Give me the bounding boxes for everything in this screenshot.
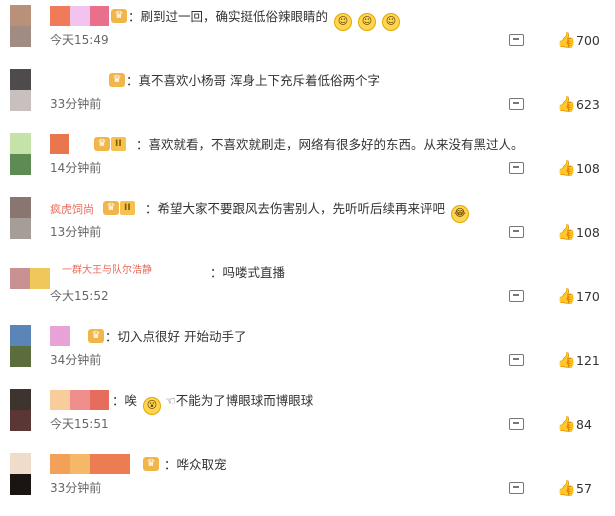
member-badge: ♛ II <box>94 134 126 154</box>
timestamp: 今天15:51 <box>50 417 109 431</box>
username-fragment[interactable]: 一群大王与队尔浩静 <box>62 262 152 280</box>
comment-icon[interactable] <box>509 162 524 174</box>
thumbs-up-icon: 👍 <box>557 479 576 497</box>
crown-icon: ♛ <box>94 137 110 151</box>
like-count: 121 <box>576 352 600 368</box>
timestamp: 33分钟前 <box>50 97 102 111</box>
username[interactable] <box>50 326 70 346</box>
username-fragment[interactable]: 疯虎饲尚 <box>50 201 94 219</box>
timestamp: 33分钟前 <box>50 481 102 495</box>
thumbs-up-icon: 👍 <box>557 287 576 305</box>
smile-emoji-icon: ☺ <box>381 13 400 31</box>
like-button[interactable]: 👍 108 <box>557 223 600 241</box>
pointing-hand-icon: ☜ <box>164 394 176 408</box>
crown-icon: ♛ <box>88 329 104 343</box>
timestamp: 今天15:49 <box>50 33 109 47</box>
like-count: 108 <box>576 160 600 176</box>
comment-text: ：真不喜欢小杨哥 浑身上下充斥着低俗两个字 <box>126 73 380 88</box>
timestamp: 13分钟前 <box>50 225 102 239</box>
vip-level-badge: II <box>111 137 126 151</box>
surprised-emoji-icon: 😮 <box>143 397 161 415</box>
like-count: 700 <box>576 32 600 48</box>
thumbs-up-icon: 👍 <box>557 31 576 49</box>
username[interactable] <box>50 6 109 26</box>
laugh-cry-emoji-icon: 😂 <box>451 205 469 223</box>
timestamp: 34分钟前 <box>50 353 102 367</box>
comment-text: ：喜欢就看，不喜欢就刷走，网络有很多好的东西。从来没有黑过人。 <box>136 137 524 152</box>
like-button[interactable]: 👍 108 <box>557 159 600 177</box>
avatar[interactable] <box>10 197 31 239</box>
comment-icon[interactable] <box>509 290 524 302</box>
member-badge: ♛ II <box>103 198 135 218</box>
avatar[interactable] <box>10 325 31 367</box>
like-button[interactable]: 👍 57 <box>557 479 592 497</box>
comment-text: ：唉 😮 ☜不能为了博眼球而博眼球 <box>112 392 313 415</box>
smile-emoji-icon: ☺ <box>334 13 352 31</box>
crown-icon: ♛ <box>111 9 127 23</box>
comment-icon[interactable] <box>509 34 524 46</box>
username[interactable] <box>50 134 69 154</box>
username[interactable] <box>50 390 109 410</box>
comment-icon[interactable] <box>509 98 524 110</box>
thumbs-up-icon: 👍 <box>557 95 576 113</box>
comment-item: ♛ ：刷到过一回，确实挺低俗辣眼睛的 ☺ ☺ ☺ 今天15:49 👍 700 <box>0 0 615 64</box>
like-count: 108 <box>576 224 600 240</box>
like-count: 623 <box>576 96 600 112</box>
comment-item: ：唉 😮 ☜不能为了博眼球而博眼球 今天15:51 👍 84 <box>0 384 615 448</box>
timestamp: 14分钟前 <box>50 161 102 175</box>
like-count: 84 <box>576 416 592 432</box>
comment-item: ♛ ：哗众取宠 33分钟前 👍 57 <box>0 448 615 512</box>
comment-item: 疯虎饲尚 ♛ II ：希望大家不要跟风去伤害别人，先听听后续再来评吧 😂 13分… <box>0 192 615 256</box>
comment-item: ♛ ：切入点很好 开始动手了 34分钟前 👍 121 <box>0 320 615 384</box>
comment-text: ：刷到过一回，确实挺低俗辣眼睛的 ☺ ☺ ☺ <box>128 8 400 31</box>
comment-item: ♛ ：真不喜欢小杨哥 浑身上下充斥着低俗两个字 33分钟前 👍 623 <box>0 64 615 128</box>
thumbs-up-icon: 👍 <box>557 415 576 433</box>
crown-icon: ♛ <box>143 457 159 471</box>
crown-icon: ♛ <box>103 201 119 215</box>
comment-icon[interactable] <box>509 418 524 430</box>
like-count: 170 <box>576 288 600 304</box>
like-button[interactable]: 👍 121 <box>557 351 600 369</box>
smile-emoji-icon: ☺ <box>357 13 376 31</box>
like-button[interactable]: 👍 84 <box>557 415 592 433</box>
comment-text: ：切入点很好 开始动手了 <box>105 329 247 344</box>
avatar[interactable] <box>10 133 31 175</box>
crown-icon: ♛ <box>109 73 125 87</box>
thumbs-up-icon: 👍 <box>557 159 576 177</box>
member-badge: ♛ <box>111 6 127 26</box>
like-button[interactable]: 👍 623 <box>557 95 600 113</box>
comment-icon[interactable] <box>509 226 524 238</box>
username[interactable] <box>50 454 130 474</box>
comment-text: ：哗众取宠 <box>164 457 227 472</box>
avatar[interactable] <box>10 389 31 431</box>
comment-icon[interactable] <box>509 354 524 366</box>
vip-level-badge: II <box>120 201 135 215</box>
avatar[interactable] <box>10 5 31 47</box>
comment-item: 一群大王与队尔浩静 ：吗喽式直播 今大15:52 👍 170 <box>0 256 615 320</box>
comment-text: ：希望大家不要跟风去伤害别人，先听听后续再来评吧 😂 <box>145 200 469 223</box>
avatar[interactable] <box>10 453 31 495</box>
member-badge: ♛ <box>143 454 159 474</box>
thumbs-up-icon: 👍 <box>557 351 576 369</box>
member-badge: ♛ <box>88 326 104 346</box>
avatar[interactable] <box>10 69 31 111</box>
member-badge: ♛ <box>109 70 125 90</box>
like-button[interactable]: 👍 700 <box>557 31 600 49</box>
comment-item: ♛ II ：喜欢就看，不喜欢就刷走，网络有很多好的东西。从来没有黑过人。 14分… <box>0 128 615 192</box>
avatar[interactable] <box>10 268 50 289</box>
comment-icon[interactable] <box>509 482 524 494</box>
comment-text: ：吗喽式直播 <box>210 265 286 280</box>
like-button[interactable]: 👍 170 <box>557 287 600 305</box>
thumbs-up-icon: 👍 <box>557 223 576 241</box>
timestamp: 今大15:52 <box>50 289 109 303</box>
like-count: 57 <box>576 480 592 496</box>
